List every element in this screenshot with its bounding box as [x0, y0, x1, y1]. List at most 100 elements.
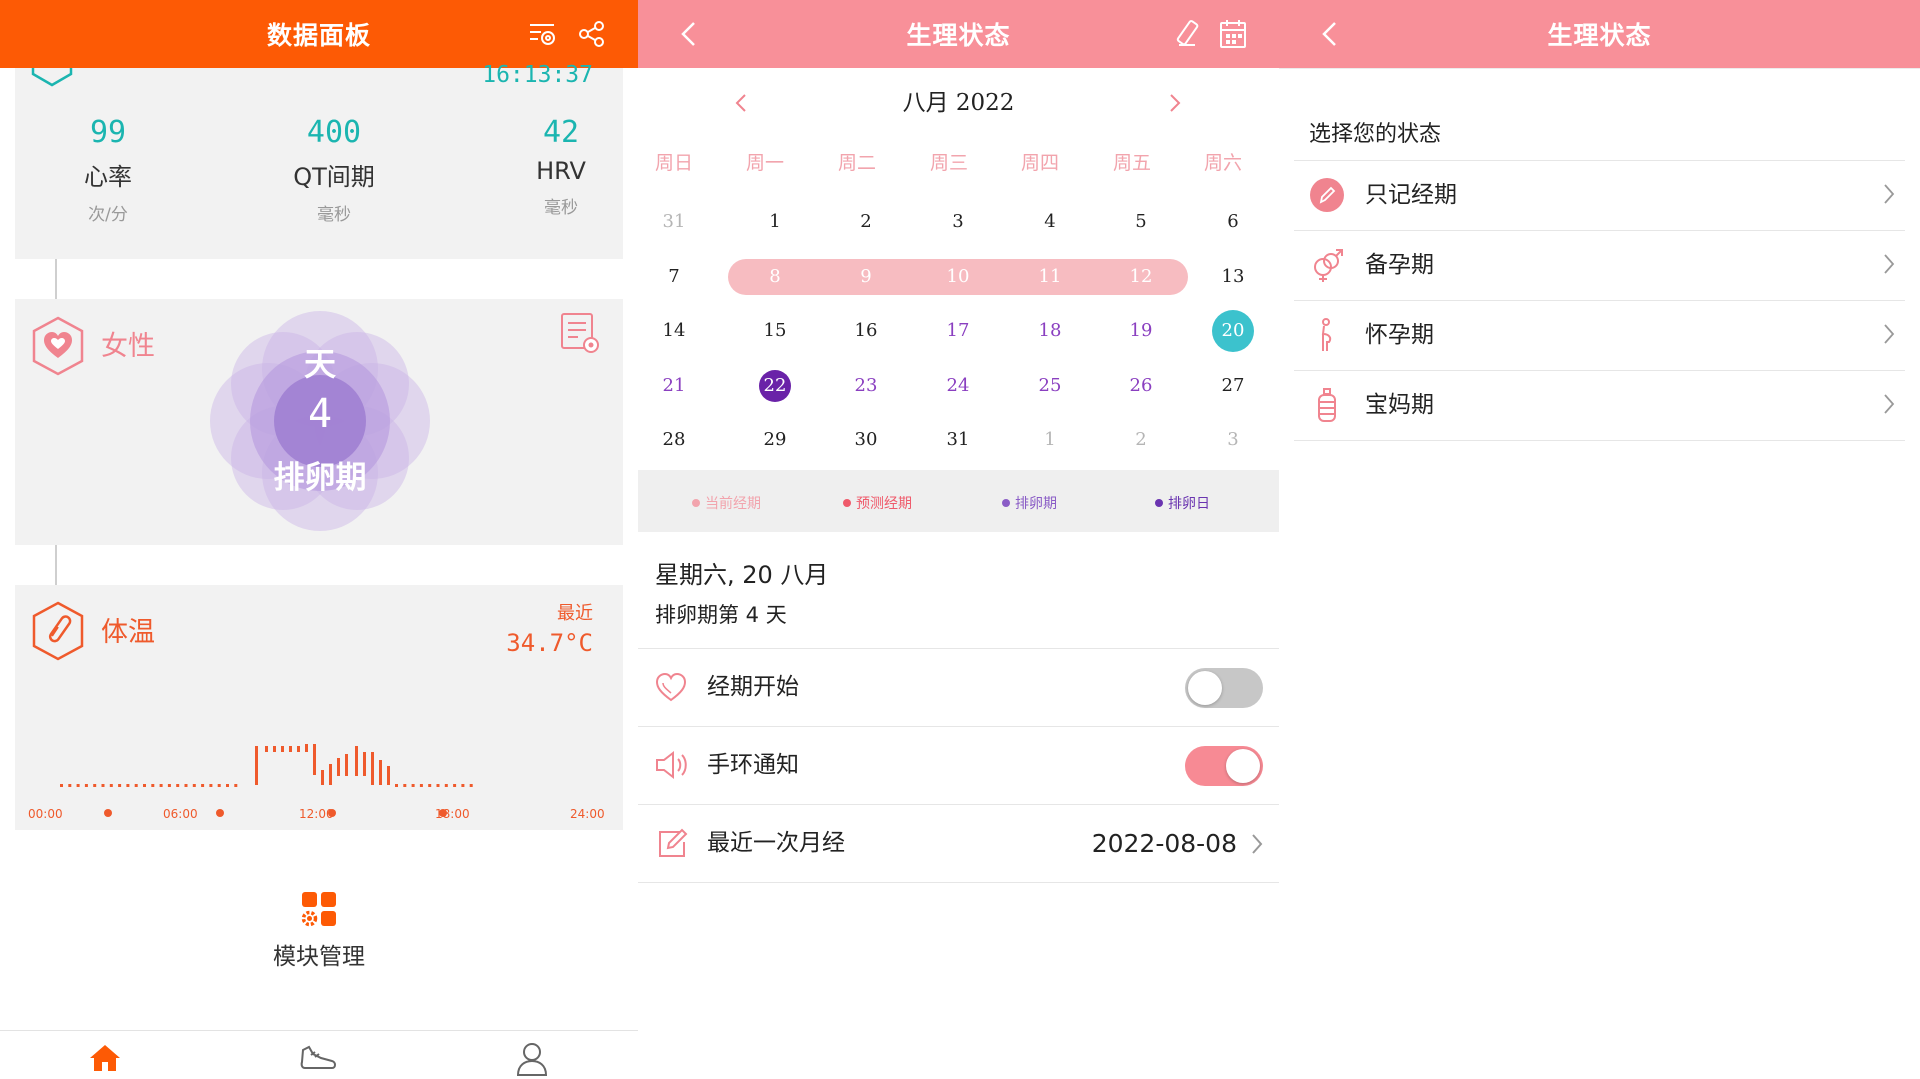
calendar-day[interactable]: 26 [1118, 363, 1164, 409]
calendar-icon[interactable] [1213, 0, 1253, 68]
module-grid-icon [301, 892, 336, 927]
cycle-day-number: 4 [307, 391, 333, 437]
status-select-panel: 生理状态 选择您的状态 只记经期 备孕期 怀孕期 宝妈期 [1279, 0, 1920, 1079]
calendar-day[interactable]: 14 [651, 308, 697, 354]
calendar-day[interactable]: 29 [752, 417, 798, 463]
temperature-baseline-dot [118, 784, 122, 787]
heart-hexagon-icon [32, 316, 84, 376]
calendar-day[interactable]: 7 [651, 254, 697, 300]
calendar-day[interactable]: 12 [1118, 254, 1164, 300]
legend-ovulation-day-label: 排卵日 [1168, 496, 1210, 512]
temperature-baseline-dot [234, 784, 238, 787]
calendar-day[interactable]: 2 [1118, 417, 1164, 463]
filter-settings-icon[interactable] [522, 0, 562, 68]
temperature-baseline-dot [93, 784, 97, 787]
calendar-day[interactable]: 10 [935, 254, 981, 300]
female-label: 女性 [101, 331, 155, 362]
temperature-baseline-dot [134, 784, 138, 787]
calendar-day[interactable]: 15 [752, 308, 798, 354]
calendar-day[interactable]: 27 [1210, 363, 1256, 409]
back-icon[interactable] [1309, 0, 1349, 68]
temperature-bar [273, 746, 276, 752]
calendar-day[interactable]: 13 [1210, 254, 1256, 300]
weekday-wed: 周三 [929, 152, 968, 174]
calendar-day[interactable]: 22 [759, 370, 791, 402]
chevron-right-icon [1252, 834, 1263, 854]
calendar-day[interactable]: 3 [1210, 417, 1256, 463]
tab-home-icon[interactable] [88, 1043, 122, 1073]
calendar-day[interactable]: 20 [1212, 310, 1254, 352]
back-icon[interactable] [668, 0, 708, 68]
tab-sport-shoe-icon[interactable] [299, 1042, 339, 1074]
calendar-day[interactable]: 9 [843, 254, 889, 300]
option-preparing-pregnancy[interactable]: 备孕期 [1294, 231, 1905, 301]
calendar-day[interactable]: 28 [651, 417, 697, 463]
option-pregnant[interactable]: 怀孕期 [1294, 301, 1905, 371]
female-cycle-card[interactable]: 女性 天 4 排卵期 [15, 299, 623, 545]
calendar-day[interactable]: 4 [1027, 199, 1073, 245]
calendar-day[interactable]: 6 [1210, 199, 1256, 245]
option-period-only[interactable]: 只记经期 [1294, 161, 1905, 231]
legend-ovulation-phase-label: 排卵期 [1015, 496, 1057, 512]
temperature-bar [313, 744, 316, 775]
temperature-baseline-dot [176, 784, 180, 787]
temperature-bar [297, 746, 300, 752]
share-icon[interactable] [572, 0, 612, 68]
calendar-day[interactable]: 17 [935, 308, 981, 354]
temperature-baseline-dot [226, 784, 229, 787]
option-new-mom[interactable]: 宝妈期 [1294, 371, 1905, 441]
calendar-day[interactable]: 31 [935, 417, 981, 463]
last-period-row[interactable]: 最近一次月经 2022-08-08 [638, 805, 1279, 883]
toggle-knob [1226, 749, 1260, 783]
calendar-day[interactable]: 3 [935, 199, 981, 245]
temperature-baseline-dot [209, 784, 213, 787]
temperature-card[interactable]: 体温 最近 34.7°C 00:00 06:00 12:00 18:00 24:… [15, 585, 623, 830]
module-management-button[interactable]: 模块管理 [219, 889, 419, 971]
calendar-day[interactable]: 24 [935, 363, 981, 409]
band-notify-toggle[interactable] [1185, 746, 1263, 786]
time-tick-0: 00:00 [28, 807, 63, 821]
dashboard-title: 数据面板 [266, 21, 371, 50]
calendar-day[interactable]: 2 [843, 199, 889, 245]
qt-interval-label: QT间期 [293, 163, 375, 191]
temperature-chart [60, 744, 473, 817]
heart-rate-metric: 99 心率 次/分 [28, 115, 188, 225]
calendar-day[interactable]: 1 [1027, 417, 1073, 463]
heart-metrics-card[interactable]: 16:13:37 99 心率 次/分 400 QT间期 毫秒 42 HRV 毫秒 [15, 62, 623, 259]
calendar-day[interactable]: 25 [1027, 363, 1073, 409]
temperature-baseline-dot [109, 784, 113, 787]
calendar-day[interactable]: 18 [1027, 308, 1073, 354]
period-start-label: 经期开始 [707, 674, 799, 700]
weekday-sat: 周六 [1203, 152, 1242, 174]
record-list-icon[interactable] [560, 312, 600, 354]
selected-date: 星期六, 20 八月 [655, 561, 829, 589]
calendar-day[interactable]: 11 [1027, 254, 1073, 300]
calendar-day[interactable]: 19 [1118, 308, 1164, 354]
temperature-baseline-dot [419, 784, 423, 787]
calendar-day[interactable]: 31 [651, 199, 697, 245]
chevron-right-icon [1884, 184, 1895, 204]
timeline-connector [55, 545, 57, 585]
calendar-day[interactable]: 8 [752, 254, 798, 300]
bottom-tab-bar [0, 1030, 638, 1079]
temperature-baseline-dot [217, 784, 221, 787]
legend-predicted-period-label: 预测经期 [856, 496, 912, 512]
period-start-toggle[interactable] [1185, 668, 1263, 708]
temperature-baseline-dot [184, 784, 188, 787]
calendar-day[interactable]: 5 [1118, 199, 1164, 245]
legend-ovulation-day: 排卵日 [1155, 493, 1210, 513]
calendar-day[interactable]: 30 [843, 417, 889, 463]
heart-rate-label: 心率 [84, 163, 132, 191]
calendar-day[interactable]: 16 [843, 308, 889, 354]
temperature-baseline-dot [68, 784, 72, 787]
temperature-bar [281, 746, 284, 752]
speaker-icon [656, 750, 687, 780]
tab-profile-icon[interactable] [515, 1041, 549, 1077]
time-tick-4: 24:00 [570, 807, 605, 821]
next-month-icon[interactable] [1168, 92, 1182, 114]
edit-pen-icon[interactable] [1168, 0, 1208, 68]
temperature-baseline-dot [444, 784, 448, 787]
calendar-day[interactable]: 23 [843, 363, 889, 409]
calendar-day[interactable]: 21 [651, 363, 697, 409]
calendar-day[interactable]: 1 [752, 199, 798, 245]
